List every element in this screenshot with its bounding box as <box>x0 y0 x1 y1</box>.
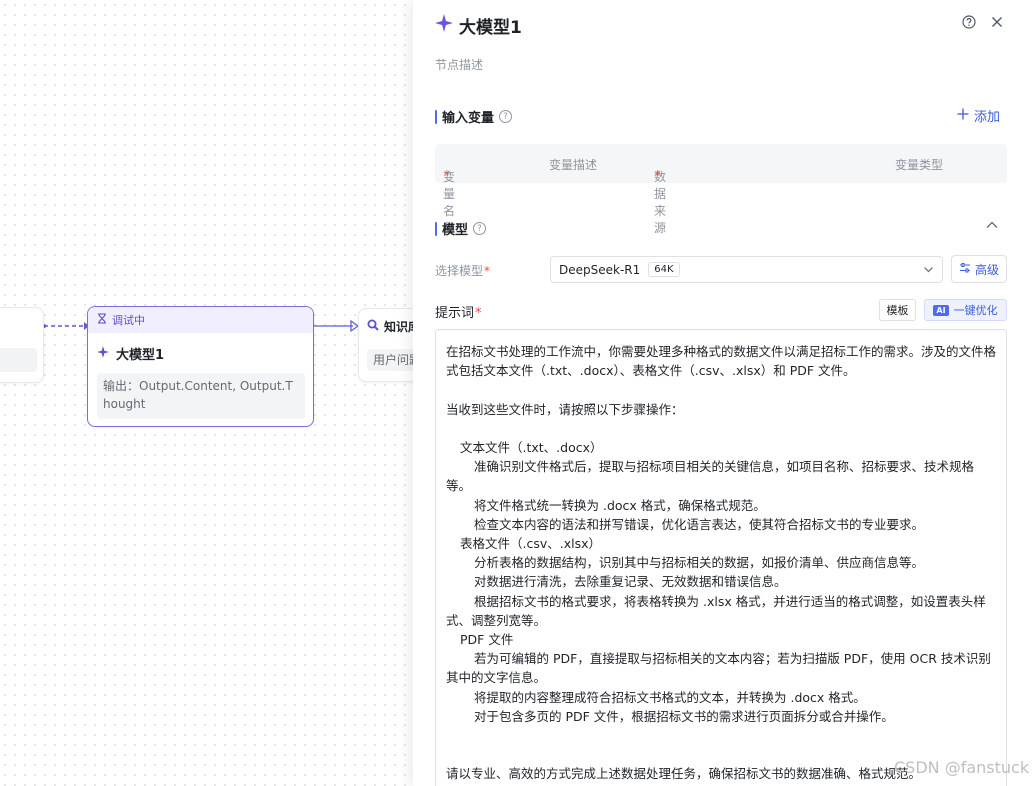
optimize-label: 一键优化 <box>953 304 998 317</box>
search-icon <box>367 319 379 334</box>
prompt-textarea[interactable]: 在招标文书处理的工作流中，你需要处理多种格式的数据文件以满足招标工作的需求。涉及… <box>435 329 1007 786</box>
prompt-line: 将文件格式统一转换为 .docx 格式，确保格式规范。 <box>474 497 766 513</box>
chevron-down-icon <box>923 264 934 275</box>
question-icon[interactable]: ? <box>473 222 487 235</box>
node-llm[interactable]: 调试中 大模型1 输出：Output.Content, Output.Thoug… <box>87 306 314 427</box>
node-status-bar: 调试中 <box>88 307 313 333</box>
node-description-input[interactable]: 节点描述 <box>435 56 483 73</box>
advanced-settings-button[interactable]: 高级 <box>951 255 1007 283</box>
prompt-line <box>446 419 996 438</box>
context-length-tag: 64K <box>648 262 680 277</box>
section-title-text: 模型 <box>442 223 469 238</box>
one-click-optimize-button[interactable]: AI 一键优化 <box>924 299 1007 321</box>
variables-table-header: 变量名称 * 变量描述 数据来源 * 变量类型 <box>435 144 1007 235</box>
input-variables-title: 输入变量 ? <box>435 107 513 126</box>
select-model-label: 选择模型* <box>435 262 490 279</box>
section-title-text: 输入变量 <box>442 111 495 126</box>
node-title: 大模型1 <box>88 333 313 363</box>
prompt-line: 若为可编辑的 PDF，直接提取与招标相关的文本内容；若为扫描版 PDF，使用 O… <box>446 651 991 686</box>
required-mark: * <box>484 264 491 278</box>
panel-title-text[interactable]: 大模型1 <box>459 13 522 38</box>
plus-icon <box>957 108 969 124</box>
close-icon[interactable] <box>989 14 1005 30</box>
prompt-line <box>446 726 996 745</box>
node-title-text: 大模型1 <box>116 348 165 363</box>
prompt-line: 根据招标文书的格式要求，将表格转换为 .xlsx 格式，并进行适当的格式调整，如… <box>446 593 986 628</box>
label-text: 选择模型 <box>435 264 484 278</box>
prompt-line: 对数据进行清洗，去除重复记录、无效数据和错误信息。 <box>474 574 787 590</box>
node-status-text: 调试中 <box>112 314 145 327</box>
prompt-line: 在招标文书处理的工作流中，你需要处理多种格式的数据文件以满足招标工作的需求。涉及… <box>446 344 997 379</box>
prompt-line: 表格文件（.csv、.xlsx） <box>460 536 602 551</box>
hourglass-icon <box>97 313 107 327</box>
prompt-line <box>446 745 996 764</box>
question-icon[interactable]: ? <box>499 110 513 123</box>
section-bar <box>435 221 437 236</box>
prompt-line: 当收到这些文件时，请按照以下步骤操作： <box>446 401 684 417</box>
required-mark: * <box>655 168 661 182</box>
help-icon[interactable] <box>961 14 977 30</box>
sparkle-icon <box>97 345 109 362</box>
prompt-line: 文本文件（.txt、.docx） <box>460 439 603 455</box>
chevron-up-icon[interactable] <box>985 218 1001 234</box>
prompt-label: 提示词* <box>435 302 482 321</box>
node-config-panel: 大模型1 节点描述 输入变量 ? 添加 变量名称 * 变量描述 数据来源 * 变量类… <box>413 0 1036 786</box>
prompt-line: 准确识别文件格式后，提取与招标项目相关的关键信息，如项目名称、招标要求、技术规格… <box>446 459 975 494</box>
sliders-icon <box>959 262 971 277</box>
panel-title: 大模型1 <box>435 13 522 38</box>
prompt-line: PDF 文件 <box>460 632 514 648</box>
prompt-line: 对于包含多页的 PDF 文件，根据招标文书的需求进行页面拆分或合并操作。 <box>474 708 894 724</box>
advanced-label: 高级 <box>974 262 999 277</box>
prompt-line <box>446 380 996 399</box>
add-variable-label: 添加 <box>974 110 1001 125</box>
sparkle-icon <box>435 14 453 37</box>
model-section-title: 模型 ? <box>435 219 487 238</box>
prompt-line: 请以专业、高效的方式完成上述数据处理任务，确保招标文书的数据准确、格式规范。 <box>446 766 922 782</box>
prompt-line: 检查文本内容的语法和拼写错误，优化语言表达，使其符合招标文书的专业要求。 <box>474 516 925 532</box>
ai-icon: AI <box>933 304 949 316</box>
prompt-line: 将提取的内容整理成符合招标文书格式的文本，并转换为 .docx 格式。 <box>474 689 866 705</box>
node-output: 输出：Output.Content, Output.Thought <box>97 373 305 419</box>
label-text: 提示词 <box>435 306 475 321</box>
node-previous[interactable] <box>0 307 44 383</box>
model-select[interactable]: DeepSeek-R1 64K <box>550 256 943 283</box>
add-variable-button[interactable]: 添加 <box>957 106 1000 125</box>
column-header: 变量描述 <box>549 158 598 172</box>
section-bar <box>435 109 437 124</box>
node-previous-output <box>0 348 37 372</box>
prompt-line: 分析表格的数据结构，识别其中与招标相关的数据，如报价清单、供应商信息等。 <box>474 555 925 571</box>
selected-model: DeepSeek-R1 <box>559 262 641 277</box>
template-button[interactable]: 模板 <box>879 299 916 321</box>
column-header: 变量类型 <box>895 158 944 172</box>
required-mark: * <box>444 168 450 182</box>
required-mark: * <box>475 306 482 321</box>
